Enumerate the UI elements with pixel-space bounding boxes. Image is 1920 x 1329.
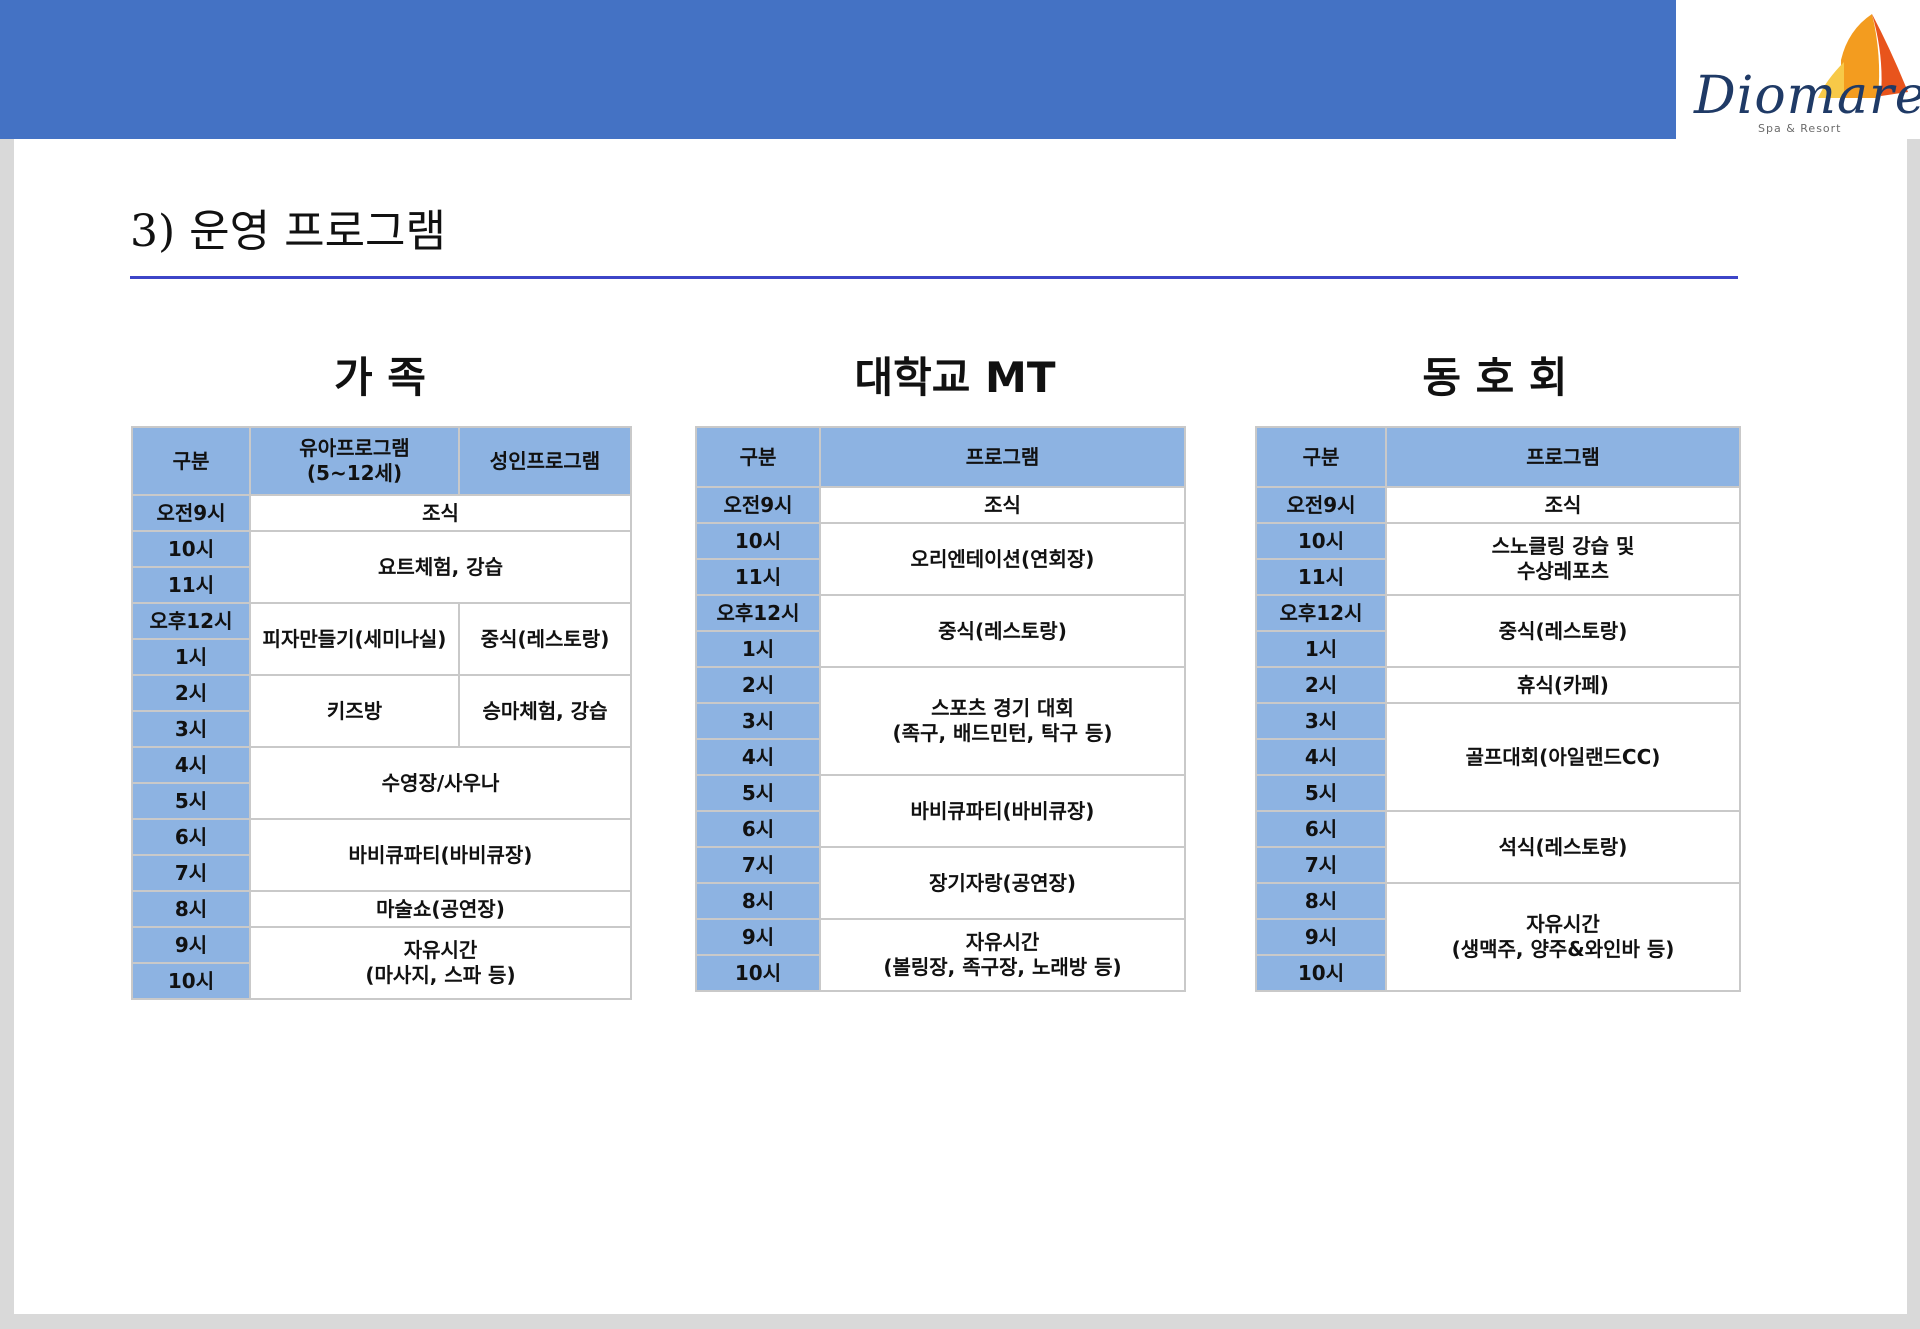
time-cell: 6시 [695,810,821,848]
time-cell: 7시 [1255,846,1387,884]
time-cell: 3시 [1255,702,1387,740]
program-cell: 스노클링 강습 및 수상레포츠 [1385,522,1741,596]
time-cell: 11시 [695,558,821,596]
time-cell: 7시 [695,846,821,884]
program-cell: 키즈방 [249,674,460,748]
time-cell: 9시 [131,926,251,964]
time-cell: 11시 [131,566,251,604]
time-cell: 8시 [695,882,821,920]
header-cell: 프로그램 [819,426,1186,488]
time-cell: 8시 [131,890,251,928]
time-cell: 10시 [1255,522,1387,560]
time-cell: 4시 [1255,738,1387,776]
program-cell: 바비큐파티(바비큐장) [249,818,632,892]
program-cell: 중식(레스토랑) [819,594,1186,668]
time-cell: 6시 [131,818,251,856]
time-cell: 1시 [131,638,251,676]
header-cell: 구분 [131,426,251,496]
time-cell: 3시 [695,702,821,740]
header-cell: 성인프로그램 [458,426,632,496]
time-cell: 10시 [1255,954,1387,992]
title-divider [130,276,1738,279]
time-cell: 3시 [131,710,251,748]
program-cell: 요트체험, 강습 [249,530,632,604]
time-cell: 오전9시 [695,486,821,524]
program-cell: 수영장/사우나 [249,746,632,820]
time-cell: 오후12시 [131,602,251,640]
time-cell: 9시 [695,918,821,956]
program-cell: 피자만들기(세미나실) [249,602,460,676]
time-cell: 5시 [695,774,821,812]
header-cell: 유아프로그램 (5~12세) [249,426,460,496]
time-cell: 오전9시 [1255,486,1387,524]
logo-wordmark: Diomare [1694,66,1920,126]
header-cell: 프로그램 [1385,426,1741,488]
program-cell: 자유시간 (볼링장, 족구장, 노래방 등) [819,918,1186,992]
time-cell: 10시 [695,954,821,992]
time-cell: 2시 [695,666,821,704]
logo-subtitle: Spa & Resort [1758,122,1842,135]
header-cell: 구분 [695,426,821,488]
program-cell: 조식 [249,494,632,532]
time-cell: 8시 [1255,882,1387,920]
program-cell: 골프대회(아일랜드CC) [1385,702,1741,812]
logo: Diomare Spa & Resort [1676,0,1920,139]
time-cell: 4시 [131,746,251,784]
program-cell: 조식 [1385,486,1741,524]
club-title: 동 호 회 [1422,353,1568,402]
program-cell: 조식 [819,486,1186,524]
program-cell: 중식(레스토랑) [1385,594,1741,668]
club-table: 구분 프로그램 오전9시 조식 10시 스노클링 강습 및 수상레포츠 11시 오후… [1255,426,1741,992]
time-cell: 6시 [1255,810,1387,848]
time-cell: 1시 [695,630,821,668]
program-cell: 스포츠 경기 대회 (족구, 배드민턴, 탁구 등) [819,666,1186,776]
time-cell: 9시 [1255,918,1387,956]
time-cell: 1시 [1255,630,1387,668]
time-cell: 10시 [131,962,251,1000]
program-cell: 휴식(카페) [1385,666,1741,704]
mt-table: 구분 프로그램 오전9시 조식 10시 오리엔테이션(연회장) 11시 오후12시 중… [695,426,1186,992]
time-cell: 5시 [1255,774,1387,812]
program-cell: 오리엔테이션(연회장) [819,522,1186,596]
time-cell: 7시 [131,854,251,892]
time-cell: 11시 [1255,558,1387,596]
page-title: 3) 운영 프로그램 [130,206,447,257]
time-cell: 2시 [131,674,251,712]
program-cell: 자유시간 (생맥주, 양주&와인바 등) [1385,882,1741,992]
mt-title: 대학교 MT [854,353,1056,402]
program-cell: 중식(레스토랑) [458,602,632,676]
program-cell: 석식(레스토랑) [1385,810,1741,884]
time-cell: 5시 [131,782,251,820]
program-cell: 마술쇼(공연장) [249,890,632,928]
time-cell: 10시 [131,530,251,568]
program-cell: 승마체험, 강습 [458,674,632,748]
header-bar [0,0,1676,139]
time-cell: 오후12시 [1255,594,1387,632]
family-title: 가 족 [334,353,426,402]
program-cell: 장기자랑(공연장) [819,846,1186,920]
time-cell: 오후12시 [695,594,821,632]
time-cell: 2시 [1255,666,1387,704]
family-table: 구분 유아프로그램 (5~12세) 성인프로그램 오전9시 조식 10시 요트체험,… [131,426,632,1000]
time-cell: 4시 [695,738,821,776]
program-cell: 자유시간 (마사지, 스파 등) [249,926,632,1000]
time-cell: 오전9시 [131,494,251,532]
program-cell: 바비큐파티(바비큐장) [819,774,1186,848]
time-cell: 10시 [695,522,821,560]
header-cell: 구분 [1255,426,1387,488]
